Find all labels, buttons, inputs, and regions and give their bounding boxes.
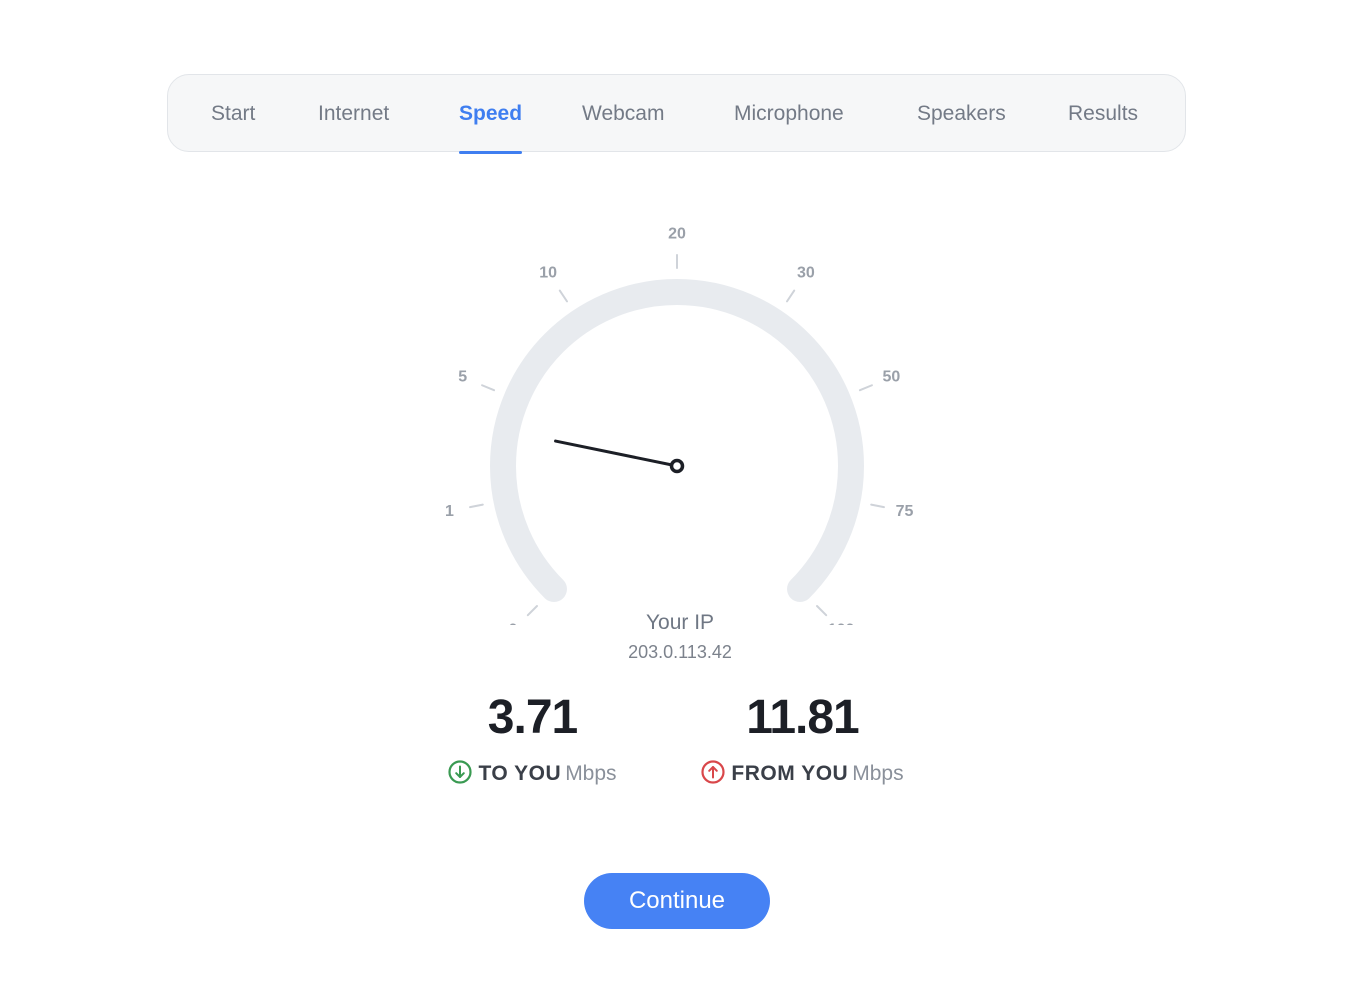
ip-label: Your IP [645, 611, 715, 634]
download-speed: 3.71 TO YOU Mbps [425, 690, 640, 787]
tab-results[interactable]: Results [1068, 75, 1138, 153]
gauge-tick [481, 384, 496, 392]
gauge-scale-label: 5 [458, 369, 467, 386]
tab-label: Microphone [734, 102, 844, 125]
download-speed-value: 3.71 [487, 691, 578, 744]
tab-webcam[interactable]: Webcam [582, 75, 664, 153]
tab-label: Webcam [582, 102, 665, 125]
gauge-tick [870, 503, 885, 509]
tab-speed[interactable]: Speed [459, 75, 523, 154]
tab-label: Speakers [917, 102, 1006, 125]
test-steps-tabs: Start Internet Speed Webcam Microphone S… [167, 74, 1186, 154]
tab-label: Start [211, 102, 256, 125]
tab-microphone[interactable]: Microphone [734, 75, 844, 153]
gauge-scale-label: 30 [797, 265, 815, 282]
download-speed-label: TO YOU Mbps [425, 760, 640, 787]
arrow-down-circle-icon [448, 760, 473, 784]
gauge-scale-label: 75 [896, 503, 914, 520]
tab-start[interactable]: Start [211, 75, 255, 153]
arrow-up-circle-icon [701, 760, 726, 784]
tab-label: Internet [318, 102, 390, 125]
speed-gauge: 0151020305075100 [445, 226, 914, 626]
gauge-tick [858, 384, 873, 392]
upload-speed-value: 11.81 [746, 691, 859, 744]
upload-direction: FROM YOU [731, 762, 849, 785]
gauge-needle [554, 439, 679, 468]
gauge-tick [558, 289, 568, 303]
active-tab-underline [459, 151, 523, 154]
tab-label: Speed [459, 102, 523, 125]
upload-speed: 11.81 FROM YOU Mbps [680, 690, 925, 787]
speed-test-page: Start Internet Speed Webcam Microphone S… [0, 0, 1360, 1002]
tab-label: Results [1068, 102, 1139, 125]
continue-button[interactable]: Continue [584, 873, 770, 929]
download-unit: Mbps [565, 762, 617, 785]
gauge-scale-label: 1 [445, 503, 454, 520]
tab-internet[interactable]: Internet [318, 75, 389, 153]
download-direction: TO YOU [478, 762, 562, 785]
upload-speed-label: FROM YOU Mbps [680, 760, 925, 787]
gauge-scale-label: 10 [539, 265, 557, 282]
gauge-scale-label: 20 [668, 226, 686, 243]
tab-speakers[interactable]: Speakers [917, 75, 1006, 153]
gauge-needle-hub [669, 458, 685, 474]
upload-unit: Mbps [852, 762, 904, 785]
gauge-scale-label: 50 [882, 369, 900, 386]
gauge-tick [469, 503, 484, 509]
ip-address: 203.0.113.42 [628, 642, 732, 662]
gauge-tick [786, 289, 796, 303]
